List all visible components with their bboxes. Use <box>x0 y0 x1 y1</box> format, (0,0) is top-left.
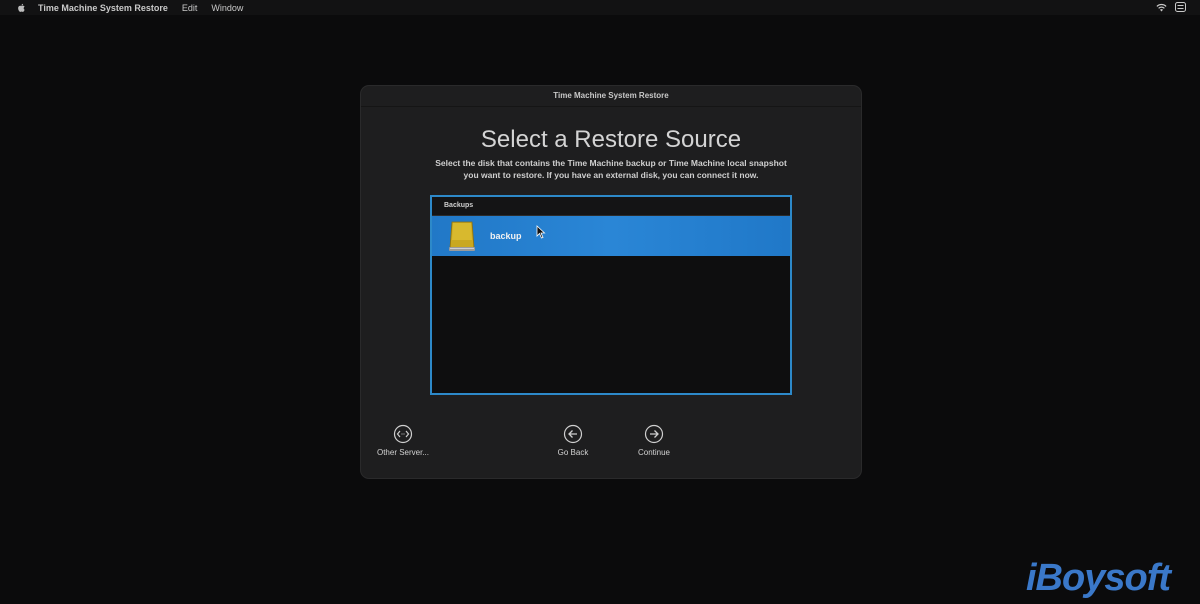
list-item-backup[interactable]: backup <box>432 216 790 256</box>
control-center-icon[interactable] <box>1175 2 1186 12</box>
menu-bar: Time Machine System Restore Edit Window <box>0 0 1200 15</box>
menu-app-name[interactable]: Time Machine System Restore <box>38 3 168 13</box>
list-header-backups: Backups <box>432 197 790 216</box>
arrow-right-circle-icon <box>644 424 664 444</box>
go-back-label: Go Back <box>557 448 589 457</box>
external-disk-icon <box>449 221 475 251</box>
mouse-pointer-icon <box>536 225 546 239</box>
arrow-left-circle-icon <box>563 424 583 444</box>
status-area <box>1156 2 1186 12</box>
continue-button[interactable]: Continue <box>624 424 684 457</box>
restore-source-list[interactable]: Backups backup <box>430 195 792 395</box>
iboysoft-watermark: iBoysoft <box>1026 557 1171 599</box>
restore-window: Time Machine System Restore Select a Res… <box>361 86 861 478</box>
page-title: Select a Restore Source <box>480 126 742 153</box>
other-server-button[interactable]: Other Server... <box>371 424 435 457</box>
other-server-label: Other Server... <box>376 448 430 457</box>
page-subtitle: Select the disk that contains the Time M… <box>361 157 861 181</box>
menu-edit[interactable]: Edit <box>182 3 198 13</box>
go-back-button[interactable]: Go Back <box>543 424 603 457</box>
wifi-icon[interactable] <box>1156 3 1167 12</box>
continue-label: Continue <box>637 448 671 457</box>
list-item-label: backup <box>490 231 522 241</box>
menu-window[interactable]: Window <box>211 3 243 13</box>
subtitle-line-1: Select the disk that contains the Time M… <box>435 158 787 168</box>
subtitle-line-2: you want to restore. If you have an exte… <box>463 170 759 180</box>
window-title: Time Machine System Restore <box>361 86 861 107</box>
network-server-icon <box>393 424 413 444</box>
apple-logo-icon[interactable] <box>16 3 26 13</box>
